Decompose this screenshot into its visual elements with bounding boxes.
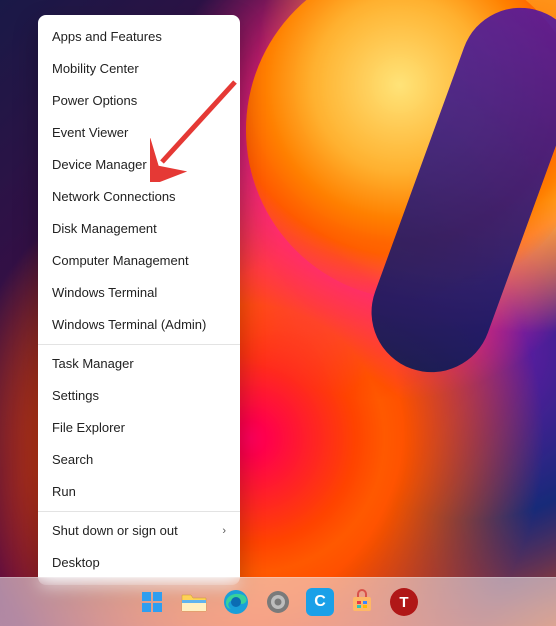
- menu-item-search[interactable]: Search: [38, 444, 240, 476]
- settings-icon[interactable]: [264, 588, 292, 616]
- cortana-icon[interactable]: C: [306, 588, 334, 616]
- menu-item-label: Search: [52, 444, 93, 476]
- menu-item-label: File Explorer: [52, 412, 125, 444]
- menu-item-label: Windows Terminal (Admin): [52, 309, 206, 341]
- menu-item-shutdown-signout[interactable]: Shut down or sign out ›: [38, 515, 240, 547]
- menu-item-label: Apps and Features: [52, 21, 162, 53]
- menu-item-event-viewer[interactable]: Event Viewer: [38, 117, 240, 149]
- menu-item-label: Power Options: [52, 85, 137, 117]
- menu-item-label: Event Viewer: [52, 117, 128, 149]
- menu-item-windows-terminal[interactable]: Windows Terminal: [38, 277, 240, 309]
- menu-separator: [38, 511, 240, 512]
- store-icon[interactable]: [348, 588, 376, 616]
- app-t-label: T: [399, 594, 408, 611]
- menu-separator: [38, 344, 240, 345]
- menu-item-label: Computer Management: [52, 245, 189, 277]
- start-button[interactable]: [138, 588, 166, 616]
- cortana-label: C: [314, 593, 326, 611]
- menu-item-power-options[interactable]: Power Options: [38, 85, 240, 117]
- taskbar: C T: [0, 577, 556, 626]
- edge-icon[interactable]: [222, 588, 250, 616]
- menu-item-task-manager[interactable]: Task Manager: [38, 348, 240, 380]
- menu-item-computer-management[interactable]: Computer Management: [38, 245, 240, 277]
- menu-item-label: Desktop: [52, 547, 100, 579]
- menu-item-disk-management[interactable]: Disk Management: [38, 213, 240, 245]
- menu-item-mobility-center[interactable]: Mobility Center: [38, 53, 240, 85]
- chevron-right-icon: ›: [222, 515, 226, 547]
- file-explorer-icon[interactable]: [180, 588, 208, 616]
- menu-item-label: Windows Terminal: [52, 277, 157, 309]
- menu-item-file-explorer[interactable]: File Explorer: [38, 412, 240, 444]
- menu-item-label: Network Connections: [52, 181, 176, 213]
- menu-item-apps-and-features[interactable]: Apps and Features: [38, 21, 240, 53]
- menu-item-settings[interactable]: Settings: [38, 380, 240, 412]
- menu-item-label: Shut down or sign out: [52, 515, 178, 547]
- menu-item-label: Task Manager: [52, 348, 134, 380]
- menu-item-label: Run: [52, 476, 76, 508]
- menu-item-network-connections[interactable]: Network Connections: [38, 181, 240, 213]
- app-t-icon[interactable]: T: [390, 588, 418, 616]
- menu-item-label: Mobility Center: [52, 53, 139, 85]
- menu-item-label: Settings: [52, 380, 99, 412]
- winx-context-menu: Apps and FeaturesMobility CenterPower Op…: [38, 15, 240, 585]
- menu-item-run[interactable]: Run: [38, 476, 240, 508]
- menu-item-windows-terminal-admin[interactable]: Windows Terminal (Admin): [38, 309, 240, 341]
- menu-item-desktop[interactable]: Desktop: [38, 547, 240, 579]
- menu-item-label: Device Manager: [52, 149, 147, 181]
- menu-item-label: Disk Management: [52, 213, 157, 245]
- menu-item-device-manager[interactable]: Device Manager: [38, 149, 240, 181]
